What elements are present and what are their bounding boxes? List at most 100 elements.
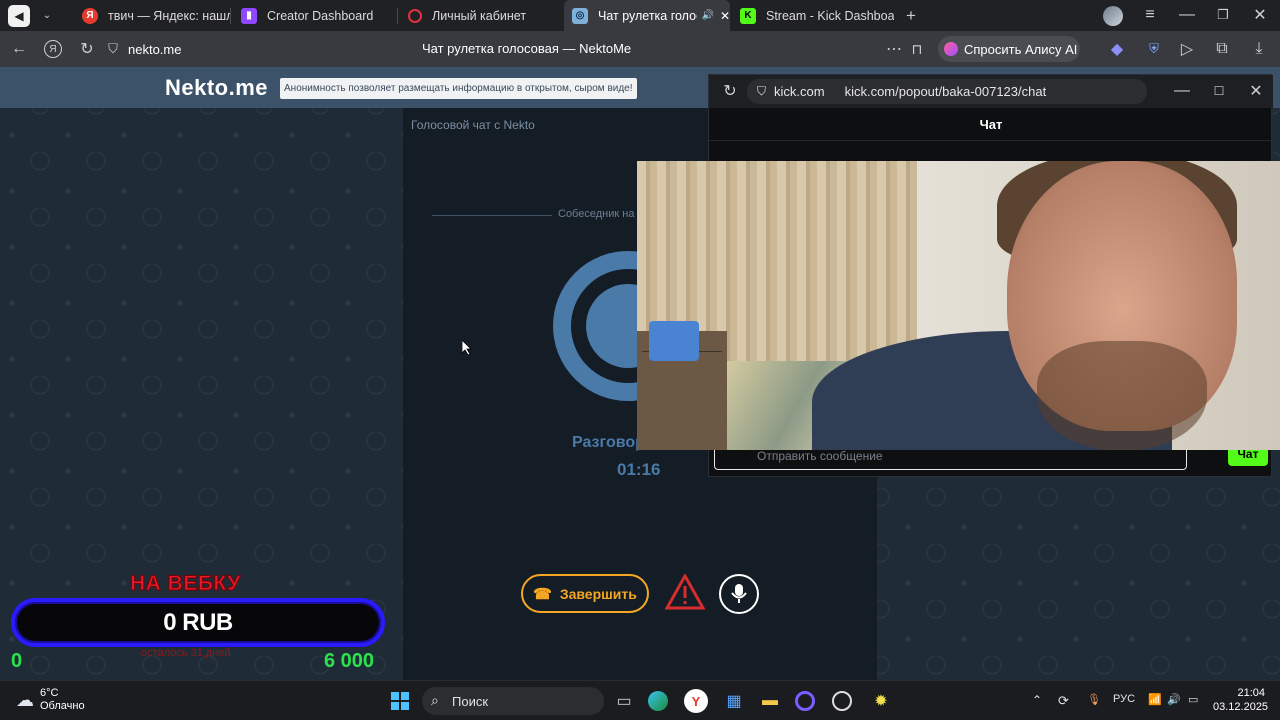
- restore-icon[interactable]: ❐: [1212, 4, 1234, 26]
- donation-goal-amount: 0 RUB: [163, 608, 233, 636]
- clock[interactable]: 21:04 03.12.2025: [1213, 686, 1269, 714]
- webcam-box: [649, 321, 699, 361]
- phone-hangup-icon: ☎: [533, 585, 552, 603]
- volume-icon[interactable]: 🔊: [1167, 693, 1181, 706]
- obs-icon[interactable]: [832, 691, 852, 711]
- sound-icon[interactable]: ◀: [8, 4, 30, 27]
- popup-domain: kick.com: [774, 84, 825, 99]
- mic-tray-icon[interactable]: 🎙: [1087, 693, 1101, 706]
- battery-icon[interactable]: ▭: [1188, 693, 1198, 706]
- app-circle-icon[interactable]: [795, 691, 815, 711]
- gamepad-icon[interactable]: ◆: [1106, 38, 1128, 60]
- ask-alice-button[interactable]: Спросить Алису AI: [938, 36, 1080, 62]
- weather-widget[interactable]: ☁ 6°C Облачно: [16, 687, 85, 713]
- webcam-feed: [637, 161, 1280, 450]
- video-icon[interactable]: ▷: [1176, 38, 1198, 60]
- vpn-icon[interactable]: ⛨: [1143, 38, 1165, 60]
- menu-icon[interactable]: ≡: [1139, 4, 1161, 26]
- language-indicator[interactable]: РУС: [1113, 693, 1135, 705]
- clock-date: 03.12.2025: [1213, 701, 1269, 713]
- task-view-icon[interactable]: ▭: [612, 689, 636, 713]
- popup-close-icon[interactable]: ✕: [1245, 80, 1267, 102]
- partner-label: Собеседник на: [558, 208, 635, 220]
- ask-alice-label: Спросить Алису AI: [964, 41, 1078, 57]
- popup-maximize-icon[interactable]: ☐: [1208, 80, 1230, 102]
- tab-label: твич — Яндекс: нашлось: [108, 8, 230, 23]
- folder-icon[interactable]: ▬: [758, 689, 782, 713]
- tab-label: Чат рулетка голосо: [598, 8, 697, 23]
- end-call-button[interactable]: ☎ Завершить: [521, 574, 649, 613]
- chevron-down-icon[interactable]: ⌄: [36, 5, 58, 27]
- bookmark-icon[interactable]: ⊓: [906, 38, 928, 60]
- wifi-icon[interactable]: 📶: [1148, 693, 1162, 706]
- browser-tab-bar: ◀ ⌄ Я твич — Яндекс: нашлось ▮ Creator D…: [0, 0, 1280, 31]
- more-icon[interactable]: ⋯: [883, 38, 905, 60]
- sparkle-app-icon[interactable]: ✹: [869, 689, 893, 713]
- edge-icon[interactable]: [648, 691, 668, 711]
- popup-reload-icon[interactable]: ↻: [719, 80, 741, 102]
- close-window-icon[interactable]: ✕: [1249, 4, 1271, 26]
- mouse-cursor-icon: [462, 340, 472, 355]
- sync-icon[interactable]: ⟳: [1058, 693, 1069, 709]
- download-icon[interactable]: ⤓: [1248, 38, 1270, 60]
- profile-avatar[interactable]: [1103, 6, 1123, 26]
- url-field[interactable]: nekto.me: [128, 42, 181, 57]
- cloud-icon: ☁: [16, 689, 34, 710]
- windows-taskbar: ☁ 6°C Облачно ⌕ Поиск ▭ Y ▦ ▬ ✹ ⌃ ⟳ 🎙 РУ…: [0, 680, 1280, 720]
- shield-icon: ⛉: [108, 41, 118, 56]
- search-label: Поиск: [452, 693, 489, 709]
- tab-yandex-search[interactable]: Я твич — Яндекс: нашлось: [70, 0, 230, 31]
- call-timer: 01:16: [617, 460, 661, 479]
- popup-shield-icon: ⛉: [757, 84, 767, 98]
- donation-goal-title: НА ВЕБКУ: [130, 572, 241, 596]
- minimize-icon[interactable]: —: [1176, 4, 1198, 26]
- tab-personal-cabinet[interactable]: Личный кабинет: [398, 0, 564, 31]
- popup-titlebar: ↻ ⛉ kick.com kick.com/popout/baka-007123…: [709, 75, 1273, 108]
- reload-icon[interactable]: ↻: [76, 38, 98, 60]
- tab-kick-dashboard[interactable]: K Stream - Kick Dashboard: [730, 0, 894, 31]
- clock-time: 21:04: [1237, 687, 1265, 699]
- search-icon: ⌕: [431, 692, 439, 708]
- site-slogan: Анонимность позволяет размещать информац…: [280, 78, 637, 99]
- start-icon[interactable]: [388, 689, 412, 713]
- popup-minimize-icon[interactable]: —: [1171, 80, 1193, 102]
- tab-label: Creator Dashboard: [267, 8, 374, 23]
- microphone-icon: [731, 584, 747, 603]
- new-tab-icon[interactable]: +: [900, 5, 922, 27]
- chat-header: Чат: [709, 108, 1273, 141]
- tab-creator-dashboard[interactable]: ▮ Creator Dashboard: [231, 0, 397, 31]
- popup-address[interactable]: ⛉ kick.com kick.com/popout/baka-007123/c…: [747, 79, 1147, 104]
- taskbar-search[interactable]: ⌕ Поиск: [422, 687, 604, 715]
- yandex-home-icon[interactable]: Я: [44, 40, 62, 58]
- divider: [432, 215, 552, 216]
- tray-expand-icon[interactable]: ⌃: [1032, 693, 1042, 707]
- popup-path: kick.com/popout/baka-007123/chat: [844, 84, 1047, 99]
- tab-nekto-chat[interactable]: ◎ Чат рулетка голосо 🔊 ✕: [564, 0, 730, 31]
- kick-icon: K: [740, 7, 756, 24]
- site-logo[interactable]: Nekto.me: [165, 75, 268, 101]
- twitch-icon: ▮: [241, 7, 257, 24]
- webcam-person-beard: [1037, 341, 1207, 450]
- yandex-icon: Я: [82, 7, 98, 24]
- collections-icon[interactable]: ⧉: [1211, 38, 1233, 60]
- back-icon[interactable]: ←: [8, 38, 30, 60]
- goal-start-value: 0: [11, 650, 23, 672]
- tab-close-icon[interactable]: ✕: [720, 9, 730, 23]
- weather-temp: 6°C: [40, 687, 59, 699]
- weather-desc: Облачно: [40, 700, 85, 712]
- tab-label: Stream - Kick Dashboard: [766, 8, 894, 23]
- donation-goal-bar: 0 RUB: [11, 598, 385, 647]
- report-warning-icon[interactable]: [665, 574, 705, 610]
- store-icon[interactable]: ▦: [722, 689, 746, 713]
- microphone-button[interactable]: [719, 574, 759, 614]
- page-title: Чат рулетка голосовая — NektoMe: [422, 41, 632, 56]
- tab-label: Личный кабинет: [432, 8, 527, 23]
- alice-icon: [944, 42, 958, 56]
- nekto-icon: ◎: [572, 7, 588, 24]
- voice-chat-label: Голосовой чат с Nekto: [411, 118, 535, 132]
- opera-icon: [408, 8, 422, 23]
- goal-remaining-label: осталось 31 дней: [141, 647, 231, 659]
- address-bar: ← Я ↻ ⛉ nekto.me Чат рулетка голосовая —…: [0, 31, 1280, 67]
- yandex-browser-icon[interactable]: Y: [684, 689, 708, 713]
- talk-status: Разговор: [572, 434, 645, 451]
